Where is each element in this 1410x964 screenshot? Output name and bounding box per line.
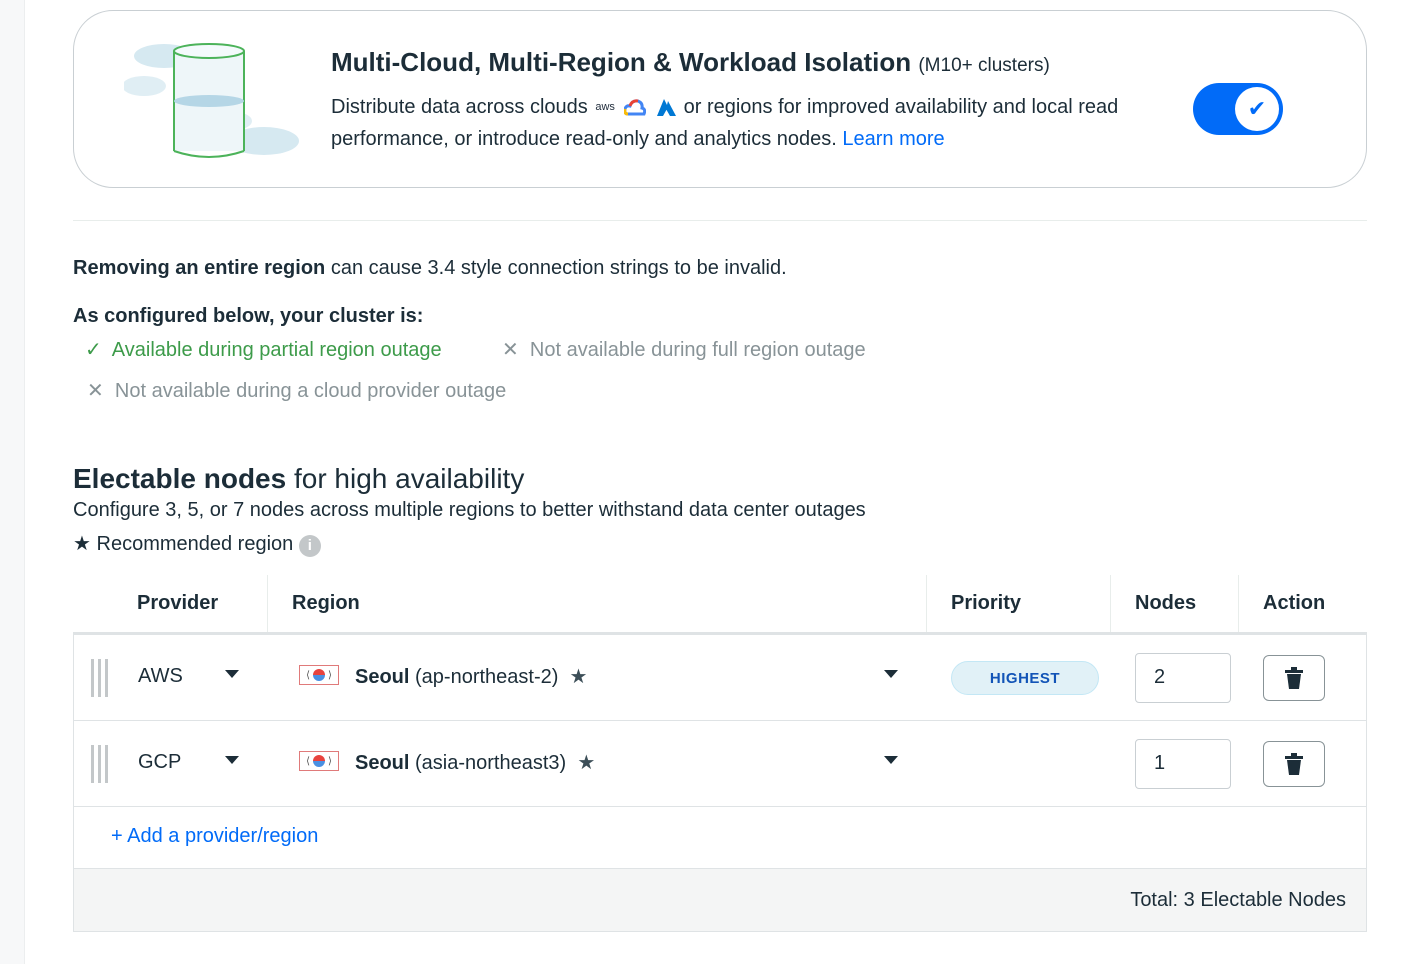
delete-button[interactable] — [1263, 741, 1325, 787]
region-select[interactable]: Seoul (asia-northeast3) ★ — [355, 750, 595, 775]
trash-icon — [1284, 753, 1304, 775]
check-icon: ✔ — [1235, 87, 1279, 131]
region-select[interactable]: Seoul (ap-northeast-2) ★ — [355, 664, 587, 689]
gcp-icon — [624, 99, 646, 117]
status-heading: As configured below, your cluster is: — [73, 305, 423, 328]
korea-flag-icon: ⟨⟩ — [299, 665, 339, 685]
x-icon: ✕ — [502, 339, 519, 361]
provider-select[interactable]: GCP — [138, 751, 181, 774]
electable-title: Electable nodes for high availability — [73, 463, 524, 495]
azure-icon — [656, 99, 676, 117]
x-icon: ✕ — [87, 380, 104, 402]
korea-flag-icon: ⟨⟩ — [299, 751, 339, 771]
status-partial-region: ✓ Available during partial region outage — [85, 337, 442, 362]
status-full-region: ✕ Not available during full region outag… — [502, 337, 866, 362]
multi-cloud-toggle[interactable]: ✔ — [1193, 83, 1283, 135]
trash-icon — [1284, 667, 1304, 689]
learn-more-link[interactable]: Learn more — [842, 128, 944, 150]
multi-cloud-card: Multi-Cloud, Multi-Region & Workload Iso… — [73, 10, 1367, 188]
electable-subtitle: Configure 3, 5, or 7 nodes across multip… — [73, 499, 866, 522]
provider-select[interactable]: AWS — [138, 665, 183, 688]
add-provider-region-link[interactable]: + Add a provider/region — [111, 825, 318, 848]
header-action: Action — [1238, 575, 1325, 632]
header-priority: Priority — [926, 575, 1021, 632]
star-icon: ★ — [577, 752, 595, 774]
recommended-legend: ★ Recommended region i — [73, 531, 321, 557]
region-warning: Removing an entire region can cause 3.4 … — [73, 257, 787, 280]
left-sidebar-edge — [0, 0, 25, 964]
aws-icon: aws — [595, 91, 615, 123]
chevron-down-icon[interactable] — [225, 756, 239, 764]
table-row: AWS ⟨⟩ Seoul (ap-northeast-2) ★ HIGHEST … — [74, 635, 1366, 721]
chevron-down-icon[interactable] — [884, 670, 898, 678]
card-title: Multi-Cloud, Multi-Region & Workload Iso… — [331, 47, 1050, 78]
priority-badge: HIGHEST — [951, 661, 1099, 695]
divider — [73, 220, 1367, 221]
database-cloud-illustration — [124, 41, 304, 161]
header-provider: Provider — [113, 575, 218, 632]
nodes-input[interactable]: 2 — [1135, 653, 1231, 703]
header-region: Region — [267, 575, 360, 632]
drag-handle-icon[interactable] — [91, 745, 109, 783]
status-cloud-provider: ✕ Not available during a cloud provider … — [87, 378, 506, 403]
check-icon: ✓ — [85, 339, 102, 361]
chevron-down-icon[interactable] — [884, 756, 898, 764]
table-row: GCP ⟨⟩ Seoul (asia-northeast3) ★ 1 — [74, 721, 1366, 807]
drag-handle-icon[interactable] — [91, 659, 109, 697]
header-nodes: Nodes — [1110, 575, 1196, 632]
chevron-down-icon[interactable] — [225, 670, 239, 678]
electable-nodes-table: Provider Region Priority Nodes Action AW… — [73, 575, 1367, 932]
card-description: Distribute data across clouds aws or reg… — [331, 91, 1151, 155]
info-icon[interactable]: i — [299, 535, 321, 557]
star-icon: ★ — [570, 666, 588, 688]
nodes-input[interactable]: 1 — [1135, 739, 1231, 789]
total-electable-nodes: Total: 3 Electable Nodes — [1130, 889, 1346, 912]
star-icon: ★ — [73, 533, 91, 555]
delete-button[interactable] — [1263, 655, 1325, 701]
